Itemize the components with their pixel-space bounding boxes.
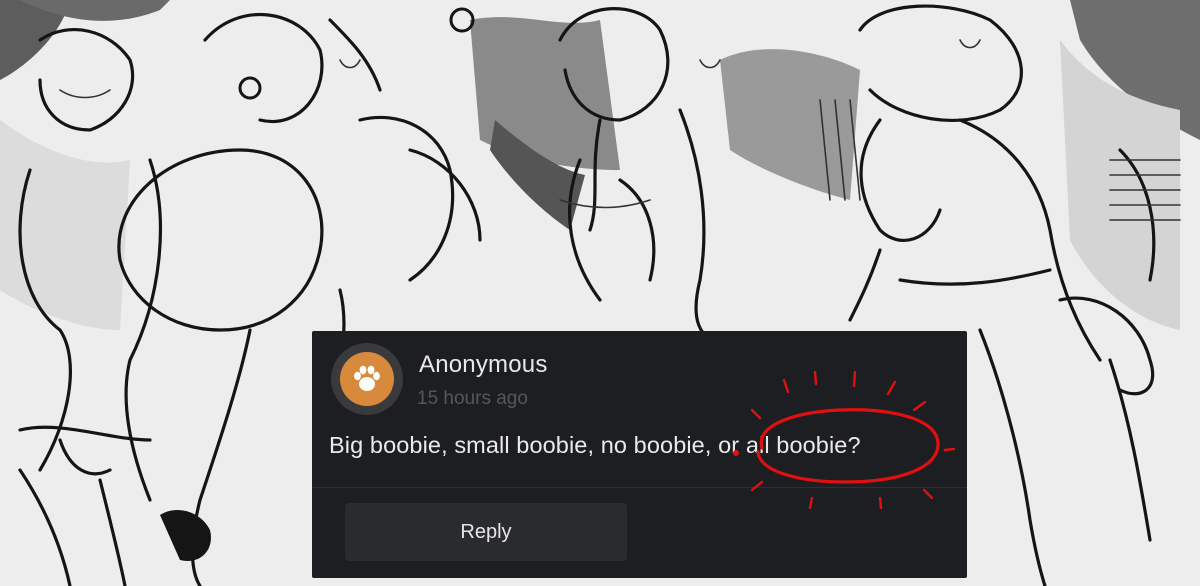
comment-body: Big boobie, small boobie, no boobie, or … (329, 432, 861, 458)
comment-card: Anonymous 15 hours ago Big boobie, small… (312, 331, 967, 578)
comment-author: Anonymous (419, 351, 548, 378)
avatar[interactable] (331, 343, 403, 415)
divider (312, 487, 967, 488)
reply-button[interactable]: Reply (345, 503, 627, 561)
paw-icon (340, 352, 394, 406)
comment-timestamp: 15 hours ago (417, 388, 528, 409)
